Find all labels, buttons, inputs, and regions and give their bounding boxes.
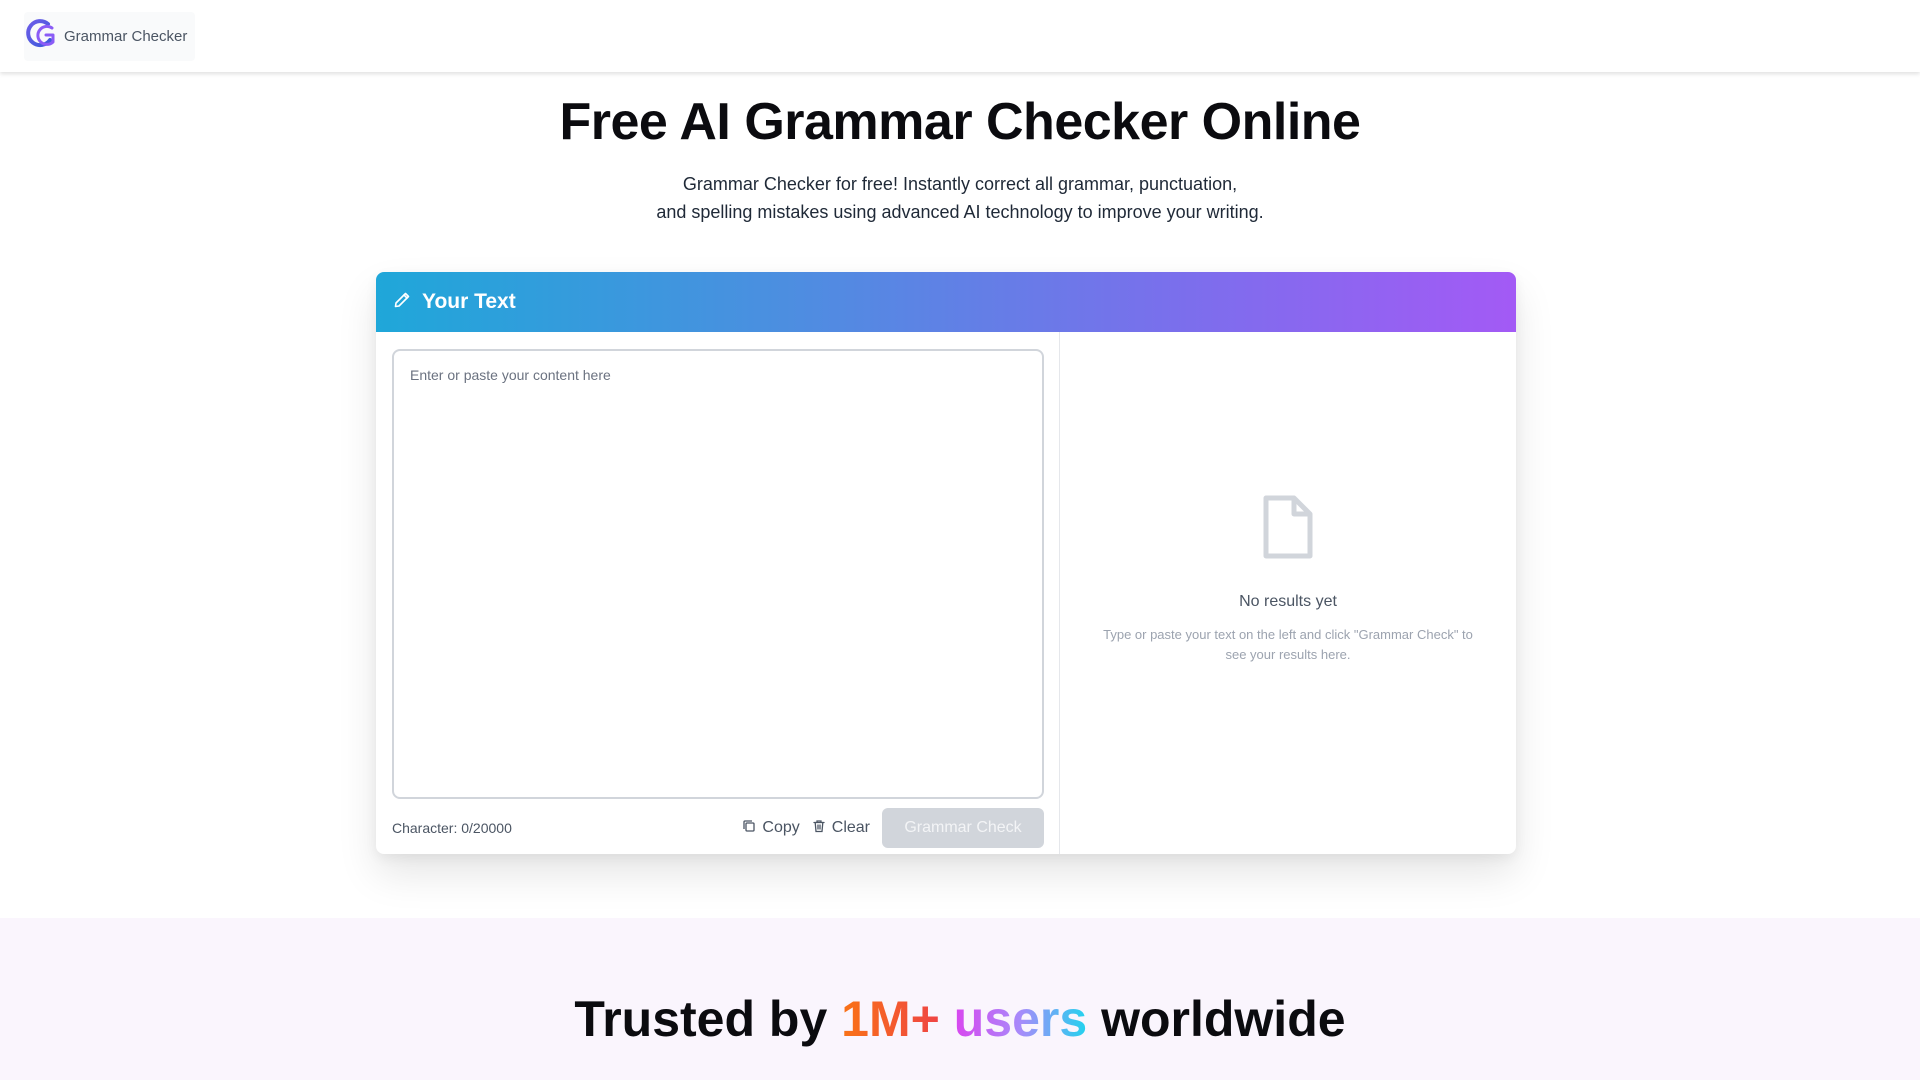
copy-icon xyxy=(742,819,756,838)
copy-label: Copy xyxy=(762,819,800,836)
editor-toolbar: Character: 0/20000 Copy Clear Grammar Ch… xyxy=(392,808,1044,848)
trusted-suffix: worldwide xyxy=(1101,991,1346,1047)
subtitle-line-2: and spelling mistakes using advanced AI … xyxy=(656,202,1264,222)
trusted-users: users xyxy=(953,991,1088,1047)
trash-icon xyxy=(812,819,826,838)
card-header: Your Text xyxy=(376,272,1516,332)
no-results-hint: Type or paste your text on the left and … xyxy=(1103,626,1473,662)
grammar-checker-card: Your Text Character: 0/20000 Copy xyxy=(376,272,1516,854)
input-pane: Character: 0/20000 Copy xyxy=(376,332,1060,854)
gc-logo-icon xyxy=(24,16,60,57)
page-subtitle: Grammar Checker for free! Instantly corr… xyxy=(0,170,1920,226)
site-logo[interactable]: Grammar Checker xyxy=(24,11,196,61)
text-input[interactable] xyxy=(392,349,1044,799)
subtitle-line-1: Grammar Checker for free! Instantly corr… xyxy=(682,174,1238,194)
card-title: Your Text xyxy=(422,290,516,313)
trusted-section: Trusted by 1M+ users worldwide xyxy=(0,918,1920,1080)
trusted-prefix: Trusted by xyxy=(574,991,828,1047)
character-count: Character: 0/20000 xyxy=(392,820,512,836)
page-title: Free AI Grammar Checker Online xyxy=(559,93,1361,151)
clear-button[interactable]: Clear xyxy=(812,819,870,838)
trusted-count: 1M+ xyxy=(841,991,940,1047)
top-navbar: Grammar Checker xyxy=(0,0,1920,72)
pencil-icon xyxy=(392,290,422,315)
grammar-check-button[interactable]: Grammar Check xyxy=(882,808,1044,848)
logo-text: Grammar Checker xyxy=(64,27,188,45)
card-body: Character: 0/20000 Copy xyxy=(376,332,1516,854)
no-results-title: No results yet xyxy=(1239,592,1337,610)
copy-button[interactable]: Copy xyxy=(742,819,800,838)
trusted-heading: Trusted by 1M+ users worldwide xyxy=(0,990,1920,1048)
results-pane: No results yet Type or paste your text o… xyxy=(1060,332,1516,854)
document-icon xyxy=(1260,492,1316,567)
clear-label: Clear xyxy=(831,819,870,836)
